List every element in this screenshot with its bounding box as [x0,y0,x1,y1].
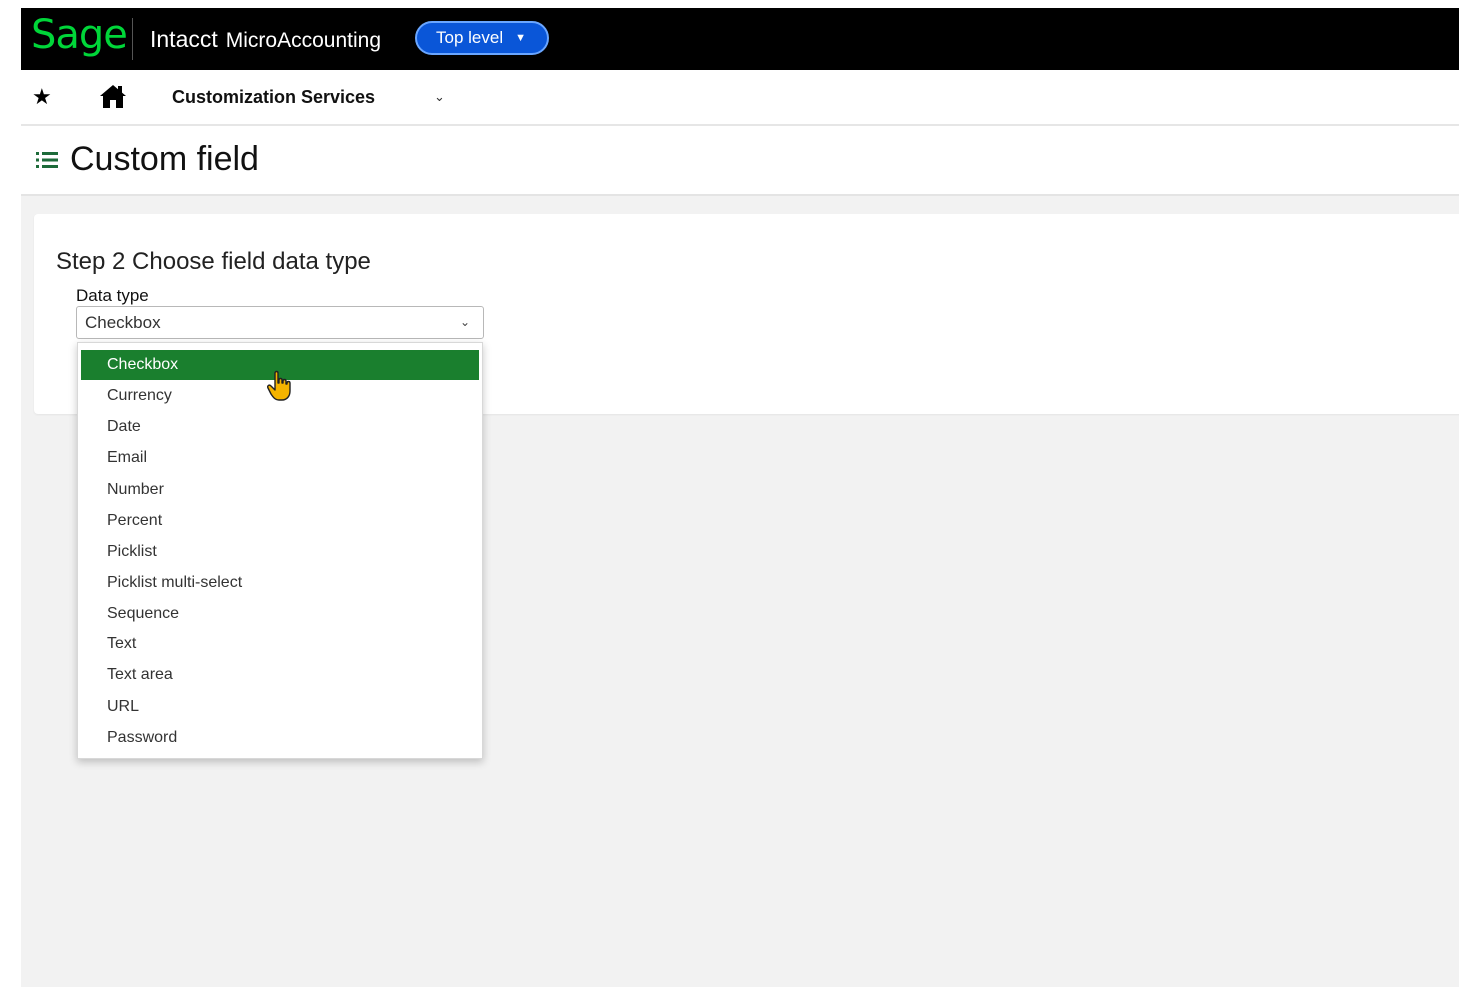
data-type-select[interactable]: Checkbox ⌄ [76,306,484,339]
sage-logo[interactable]: Sage [31,12,128,58]
dropdown-option[interactable]: URL [81,692,479,722]
top-bar-divider [132,18,133,60]
chevron-down-icon: ⌄ [459,315,470,329]
page-title-bar: Custom field [21,126,1459,196]
star-icon[interactable]: ★ [32,84,52,110]
app-window: Sage Intacct MicroAccounting Top level ▼ … [21,8,1459,987]
dropdown-option[interactable]: Date [81,412,479,442]
dropdown-option[interactable]: Email [81,443,479,473]
entity-level-label: Top level [436,28,504,47]
dropdown-option[interactable]: Picklist [81,537,479,567]
list-icon[interactable] [36,151,58,169]
product-name-main: Intacct [150,26,218,52]
dropdown-option[interactable]: Percent [81,506,479,536]
dropdown-option[interactable]: Text [81,629,479,659]
data-type-value: Checkbox [85,313,161,332]
chevron-down-icon: ▼ [515,32,526,44]
nav-bar: ★ Customization Services ⌄ [21,70,1459,126]
product-name-sub: MicroAccounting [225,29,381,52]
data-type-dropdown: Checkbox Currency Date Email Number Perc… [77,342,483,759]
dropdown-option[interactable]: Number [81,475,479,505]
hand-cursor-icon [267,370,291,401]
dropdown-option[interactable]: Text area [81,660,479,690]
dropdown-option[interactable]: Password [81,723,479,753]
entity-level-button[interactable]: Top level ▼ [415,21,549,55]
home-icon[interactable] [99,83,127,109]
chevron-down-icon[interactable]: ⌄ [434,89,445,105]
dropdown-option[interactable]: Sequence [81,599,479,629]
step-heading: Step 2 Choose field data type [56,248,371,275]
product-name: Intacct MicroAccounting [150,26,381,53]
data-type-label: Data type [76,286,149,305]
module-title[interactable]: Customization Services [172,87,375,108]
page-title: Custom field [70,140,259,178]
dropdown-option[interactable]: Picklist multi-select [81,568,479,598]
top-bar: Sage Intacct MicroAccounting Top level ▼ [21,8,1459,70]
